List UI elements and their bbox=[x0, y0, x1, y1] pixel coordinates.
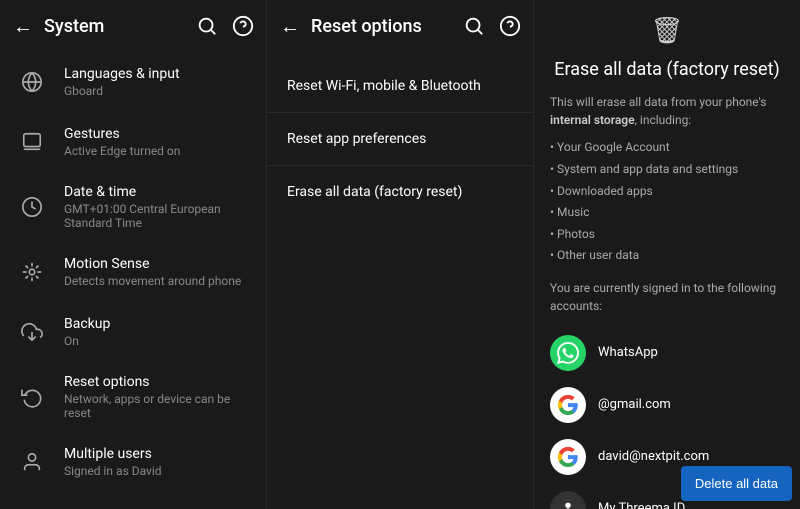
erase-item-2: • Downloaded apps bbox=[550, 181, 784, 203]
whatsapp-avatar bbox=[550, 335, 586, 371]
gestures-icon bbox=[16, 126, 48, 158]
delete-all-data-button[interactable]: Delete all data bbox=[681, 466, 792, 501]
settings-item-datetime[interactable]: Date & time GMT+01:00 Central European S… bbox=[0, 172, 266, 242]
middle-back-button[interactable]: ← bbox=[279, 15, 301, 37]
help-icon[interactable] bbox=[232, 15, 254, 37]
languages-text: Languages & input Gboard bbox=[64, 66, 250, 98]
multiuser-subtitle: Signed in as David bbox=[64, 464, 250, 478]
left-header-icons bbox=[196, 15, 254, 37]
backup-text: Backup On bbox=[64, 316, 250, 348]
back-button[interactable]: ← bbox=[12, 15, 34, 37]
multiuser-title: Multiple users bbox=[64, 446, 250, 462]
erase-desc-prefix: This will erase all data from your phone… bbox=[550, 95, 766, 109]
left-panel-title: System bbox=[44, 16, 196, 37]
motion-title: Motion Sense bbox=[64, 256, 250, 272]
gmail2-avatar bbox=[550, 439, 586, 475]
backup-subtitle: On bbox=[64, 334, 250, 348]
motion-icon bbox=[16, 256, 48, 288]
languages-title: Languages & input bbox=[64, 66, 250, 82]
motion-text: Motion Sense Detects movement around pho… bbox=[64, 256, 250, 288]
middle-header-icons bbox=[463, 15, 521, 37]
gestures-title: Gestures bbox=[64, 126, 250, 142]
whatsapp-name: WhatsApp bbox=[598, 345, 658, 360]
reset-wifi-option[interactable]: Reset Wi-Fi, mobile & Bluetooth bbox=[267, 60, 533, 113]
erase-title: Erase all data (factory reset) bbox=[550, 58, 784, 81]
backup-title: Backup bbox=[64, 316, 250, 332]
middle-panel-title: Reset options bbox=[311, 16, 463, 37]
erase-items-list: • Your Google Account • System and app d… bbox=[550, 137, 784, 267]
erase-item-3: • Music bbox=[550, 202, 784, 224]
trash-icon-container: 🗑 bbox=[550, 16, 784, 46]
erase-item-4: • Photos bbox=[550, 224, 784, 246]
settings-item-multiuser[interactable]: Multiple users Signed in as David bbox=[0, 432, 266, 492]
gestures-text: Gestures Active Edge turned on bbox=[64, 126, 250, 158]
accounts-label: You are currently signed in to the follo… bbox=[550, 279, 784, 315]
erase-data-panel: 🗑 Erase all data (factory reset) This wi… bbox=[534, 0, 800, 509]
reset-title: Reset options bbox=[64, 374, 250, 390]
factory-reset-option[interactable]: Erase all data (factory reset) bbox=[267, 166, 533, 218]
erase-item-5: • Other user data bbox=[550, 245, 784, 267]
trash-icon: 🗑 bbox=[650, 16, 683, 46]
multiuser-icon bbox=[16, 446, 48, 478]
settings-item-languages[interactable]: Languages & input Gboard bbox=[0, 52, 266, 112]
gmail1-name: @gmail.com bbox=[598, 397, 671, 412]
system-settings-panel: ← System bbox=[0, 0, 267, 509]
middle-header: ← Reset options bbox=[267, 0, 533, 52]
datetime-title: Date & time bbox=[64, 184, 250, 200]
datetime-icon bbox=[16, 191, 48, 223]
multiuser-text: Multiple users Signed in as David bbox=[64, 446, 250, 478]
reset-app-option[interactable]: Reset app preferences bbox=[267, 113, 533, 166]
erase-item-1: • System and app data and settings bbox=[550, 159, 784, 181]
settings-list: Languages & input Gboard Gestures Active… bbox=[0, 52, 266, 509]
reset-icon bbox=[16, 381, 48, 413]
reset-text: Reset options Network, apps or device ca… bbox=[64, 374, 250, 420]
delete-btn-container: Delete all data bbox=[673, 458, 800, 509]
languages-icon bbox=[16, 66, 48, 98]
datetime-subtitle: GMT+01:00 Central European Standard Time bbox=[64, 202, 250, 230]
reset-options-list: Reset Wi-Fi, mobile & Bluetooth Reset ap… bbox=[267, 52, 533, 226]
motion-subtitle: Detects movement around phone bbox=[64, 274, 250, 288]
erase-desc-suffix: , including: bbox=[635, 113, 692, 127]
erase-description: This will erase all data from your phone… bbox=[550, 93, 784, 129]
left-header: ← System bbox=[0, 0, 266, 52]
languages-subtitle: Gboard bbox=[64, 84, 250, 98]
erase-desc-bold: internal storage bbox=[550, 113, 635, 127]
settings-item-gestures[interactable]: Gestures Active Edge turned on bbox=[0, 112, 266, 172]
erase-panel-content: 🗑 Erase all data (factory reset) This wi… bbox=[534, 0, 800, 509]
reset-subtitle: Network, apps or device can be reset bbox=[64, 392, 250, 420]
backup-icon bbox=[16, 316, 48, 348]
settings-item-developer[interactable]: { } Developer options bbox=[0, 492, 266, 509]
settings-item-motion[interactable]: Motion Sense Detects movement around pho… bbox=[0, 242, 266, 302]
middle-help-icon[interactable] bbox=[499, 15, 521, 37]
erase-item-0: • Your Google Account bbox=[550, 137, 784, 159]
settings-item-backup[interactable]: Backup On bbox=[0, 302, 266, 362]
account-whatsapp: WhatsApp bbox=[550, 327, 784, 379]
middle-search-icon[interactable] bbox=[463, 15, 485, 37]
reset-options-panel: ← Reset options Reset Wi-Fi, mobile & Bl… bbox=[267, 0, 534, 509]
gmail1-avatar bbox=[550, 387, 586, 423]
account-gmail1: @gmail.com bbox=[550, 379, 784, 431]
gestures-subtitle: Active Edge turned on bbox=[64, 144, 250, 158]
settings-item-reset[interactable]: Reset options Network, apps or device ca… bbox=[0, 362, 266, 432]
threema-avatar bbox=[550, 491, 586, 509]
search-icon[interactable] bbox=[196, 15, 218, 37]
datetime-text: Date & time GMT+01:00 Central European S… bbox=[64, 184, 250, 230]
